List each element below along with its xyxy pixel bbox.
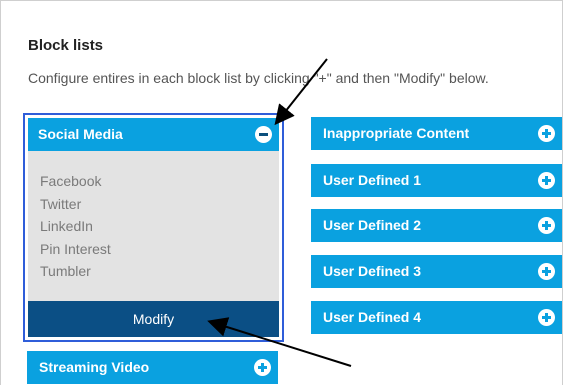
list-item: LinkedIn xyxy=(40,218,93,234)
list-item: Facebook xyxy=(40,173,102,189)
block-list-label: User Defined 4 xyxy=(323,309,422,325)
block-list-inappropriate-content[interactable]: Inappropriate Content xyxy=(311,117,562,150)
list-item: Tumbler xyxy=(40,263,91,279)
block-lists-panel: Block lists Configure entires in each bl… xyxy=(0,0,563,385)
block-list-label: User Defined 3 xyxy=(323,263,422,279)
block-list-user-defined-1[interactable]: User Defined 1 xyxy=(311,164,562,197)
plus-circle-icon[interactable] xyxy=(538,217,555,234)
plus-circle-icon[interactable] xyxy=(538,263,555,280)
social-media-label: Social Media xyxy=(38,126,123,142)
plus-circle-icon[interactable] xyxy=(538,172,555,189)
arrow-to-collapse-icon xyxy=(274,58,328,126)
plus-circle-icon[interactable] xyxy=(538,125,555,142)
list-item: Twitter xyxy=(40,195,82,212)
page-description: Configure entires in each block list by … xyxy=(28,70,489,86)
social-media-header[interactable]: Social Media xyxy=(28,118,279,151)
block-list-streaming-video[interactable]: Streaming Video xyxy=(27,351,278,384)
social-media-panel: Social Media Facebook Twitter LinkedIn P… xyxy=(28,118,279,337)
social-media-block: Social Media Facebook Twitter LinkedIn P… xyxy=(23,113,284,342)
plus-circle-icon[interactable] xyxy=(538,309,555,326)
block-list-user-defined-4[interactable]: User Defined 4 xyxy=(311,301,562,334)
block-list-label: Streaming Video xyxy=(39,359,150,375)
list-item: Pin Interest xyxy=(40,240,111,257)
block-list-label: User Defined 1 xyxy=(323,172,422,188)
minus-circle-icon[interactable] xyxy=(255,126,272,143)
block-list-label: User Defined 2 xyxy=(323,217,422,233)
social-media-list: Facebook Twitter LinkedIn Pin Interest T… xyxy=(40,170,111,283)
block-list-user-defined-2[interactable]: User Defined 2 xyxy=(311,209,562,242)
plus-circle-icon[interactable] xyxy=(254,359,271,376)
block-list-label: Inappropriate Content xyxy=(323,125,470,141)
page-title: Block lists xyxy=(28,37,104,54)
modify-button[interactable]: Modify xyxy=(28,301,279,337)
block-list-user-defined-3[interactable]: User Defined 3 xyxy=(311,255,562,288)
